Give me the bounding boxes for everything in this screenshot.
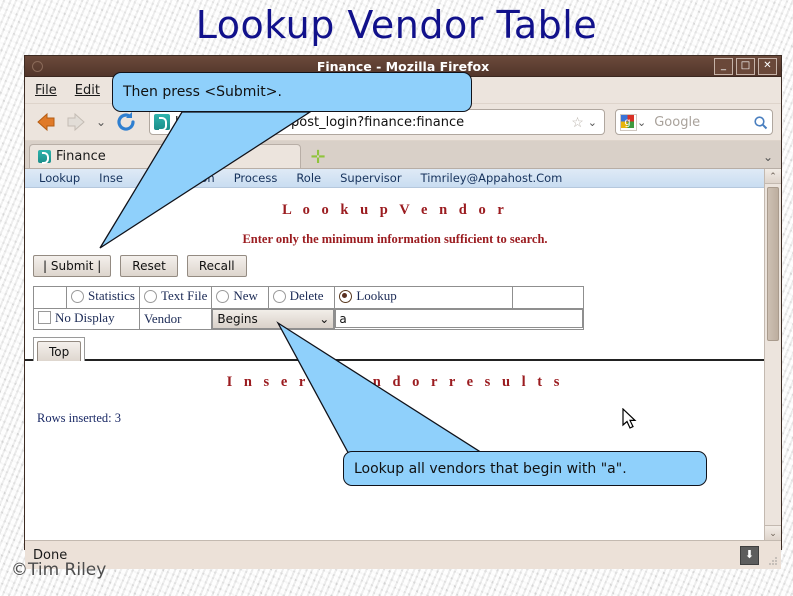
- field-label-cell: Vendor: [138, 307, 213, 330]
- url-dropdown-chevron-icon[interactable]: ⌄: [588, 116, 597, 129]
- mode-label-delete: Delete: [289, 288, 324, 303]
- callout-lookup-text: Lookup all vendors that begin with "a".: [354, 460, 627, 477]
- scroll-down-arrow-icon[interactable]: ⌄: [765, 525, 781, 540]
- resize-grip[interactable]: [768, 557, 777, 566]
- search-engine-chevron-icon[interactable]: ⌄: [637, 116, 646, 129]
- close-button[interactable]: ✕: [758, 58, 777, 75]
- mode-option-new[interactable]: New: [211, 286, 269, 309]
- footer-credit: ©Tim Riley: [11, 560, 107, 580]
- operator-value: Begins: [217, 311, 258, 326]
- download-button[interactable]: ⬇: [740, 545, 759, 565]
- mode-option-delete[interactable]: Delete: [267, 286, 336, 309]
- sidebar-item-supervisor[interactable]: Supervisor: [340, 171, 401, 185]
- sidebar-item-user-email[interactable]: Timriley@Appahost.Com: [421, 171, 563, 185]
- radio-new-icon[interactable]: [216, 289, 230, 303]
- mouse-pointer-icon: [622, 408, 637, 429]
- mode-label-new: New: [233, 288, 258, 303]
- callout-submit-tail: [99, 111, 313, 249]
- menu-item-edit[interactable]: Edit: [75, 83, 100, 98]
- mode-radio-row: Statistics Text File New Delete Lookup: [33, 286, 585, 309]
- mode-option-lookup[interactable]: Lookup: [334, 286, 514, 309]
- mode-row-trailing-cell: [512, 286, 585, 309]
- minimize-button[interactable]: _: [714, 58, 733, 75]
- mode-option-statistics[interactable]: Statistics: [66, 286, 140, 309]
- tab-favicon-icon: [38, 150, 51, 164]
- page-title: Lookup Vendor Table: [195, 3, 598, 47]
- status-bar: Done ⬇: [25, 540, 781, 569]
- radio-delete-icon[interactable]: [272, 289, 286, 303]
- mode-label-lookup: Lookup: [356, 288, 397, 303]
- top-button[interactable]: Top: [37, 341, 82, 363]
- window-controls: _ □ ✕: [714, 58, 777, 75]
- bookmark-star-icon[interactable]: ☆: [571, 114, 584, 131]
- no-display-cell[interactable]: No Display: [33, 307, 140, 330]
- maximize-button[interactable]: □: [736, 58, 755, 75]
- menu-item-file[interactable]: File: [35, 83, 57, 98]
- mode-label-text-file: Text File: [160, 288, 208, 303]
- svg-text:g: g: [624, 116, 630, 127]
- magnifier-icon[interactable]: [753, 115, 768, 130]
- radio-statistics-icon[interactable]: [71, 289, 84, 303]
- callout-lookup-tail: [276, 321, 496, 461]
- no-display-label: No Display: [55, 309, 115, 325]
- callout-lookup: Lookup all vendors that begin with "a".: [343, 451, 707, 486]
- back-arrow-icon[interactable]: [33, 109, 59, 135]
- content-scrollbar[interactable]: ⌃ ⌄: [764, 169, 781, 540]
- tab-list-chevron-icon[interactable]: ⌄: [763, 150, 773, 164]
- google-logo-icon[interactable]: g: [620, 113, 637, 131]
- mode-label-statistics: Statistics: [88, 288, 135, 303]
- search-bar[interactable]: g ⌄ Google: [615, 109, 773, 135]
- search-input[interactable]: Google: [654, 115, 753, 130]
- callout-submit: Then press <Submit>.: [112, 72, 472, 112]
- scrollbar-thumb[interactable]: [767, 187, 779, 341]
- radio-lookup-icon[interactable]: [339, 289, 353, 303]
- scroll-up-arrow-icon[interactable]: ⌃: [765, 169, 781, 184]
- checkbox-no-display-icon[interactable]: [38, 311, 51, 324]
- radio-text-file-icon[interactable]: [143, 289, 157, 303]
- callout-submit-text: Then press <Submit>.: [123, 84, 282, 100]
- mode-option-text-file[interactable]: Text File: [138, 286, 213, 309]
- mode-row-spacer: [33, 286, 67, 309]
